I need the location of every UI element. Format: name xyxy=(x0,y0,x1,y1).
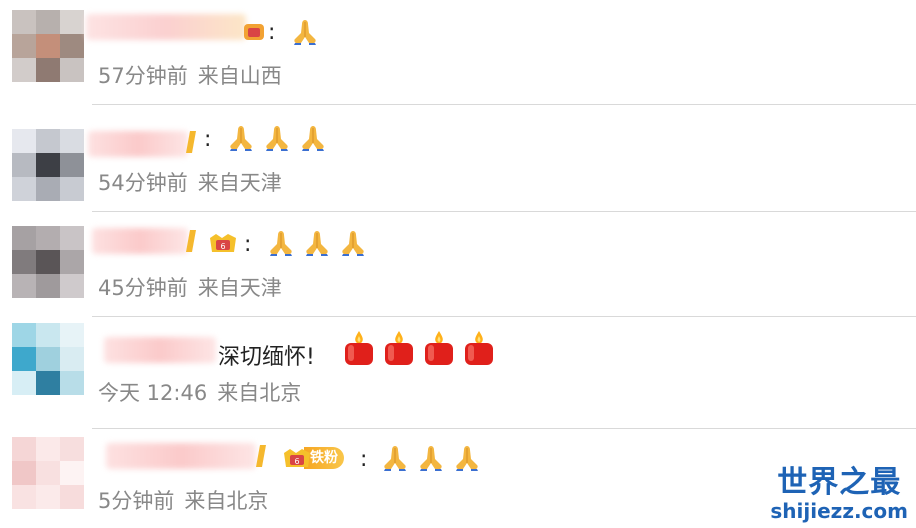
username-blurred[interactable] xyxy=(106,443,256,469)
crown-icon xyxy=(242,20,268,46)
comment-item-3: 6 : 45分钟前 来自天津 xyxy=(0,212,916,316)
emoji-group xyxy=(266,228,368,258)
candle-emoji-icon xyxy=(462,329,496,367)
svg-text:6: 6 xyxy=(220,242,225,251)
comment-item-1: : 57分钟前 来自山西 xyxy=(0,0,916,104)
comment-time: 54分钟前 xyxy=(98,171,188,195)
comment-meta: 45分钟前 来自天津 xyxy=(98,272,282,302)
comment-meta: 57分钟前 来自山西 xyxy=(98,60,282,90)
fan-badge: 6 xyxy=(208,230,236,256)
comment-meta: 今天 12:46 来自北京 xyxy=(98,377,301,407)
pray-emoji-icon xyxy=(226,123,256,153)
avatar[interactable] xyxy=(12,129,84,201)
comment-item-4: 深切缅怀! 今天 12:46 来自北京 xyxy=(0,317,916,427)
fan-badge: 6 铁粉 xyxy=(282,445,344,471)
pray-emoji-icon xyxy=(380,443,410,473)
crown-icon: 6 xyxy=(282,445,310,471)
comment-time: 5分钟前 xyxy=(98,489,175,513)
comment-location: 来自天津 xyxy=(197,171,282,195)
comment-time: 57分钟前 xyxy=(98,64,188,88)
vip-badge xyxy=(242,20,268,46)
avatar[interactable] xyxy=(12,437,84,509)
comment-time: 今天 12:46 xyxy=(98,381,208,405)
comment-colon: : xyxy=(360,447,368,472)
comment-colon: : xyxy=(268,20,276,45)
crown-icon: 6 xyxy=(208,230,236,256)
emoji-group xyxy=(380,443,482,473)
watermark-url: shijiezz.com xyxy=(770,499,908,523)
emoji-group xyxy=(342,329,496,367)
comment-location: 来自山西 xyxy=(197,64,282,88)
comment-meta: 5分钟前 来自北京 xyxy=(98,485,268,515)
comment-location: 来自北京 xyxy=(184,489,269,513)
candle-emoji-icon xyxy=(382,329,416,367)
avatar[interactable] xyxy=(12,323,84,395)
username-blurred[interactable] xyxy=(88,131,188,157)
comment-location: 来自北京 xyxy=(217,381,302,405)
svg-text:6: 6 xyxy=(294,457,299,466)
pray-emoji-icon xyxy=(452,443,482,473)
pray-emoji-icon xyxy=(338,228,368,258)
pray-emoji-icon xyxy=(298,123,328,153)
comment-item-2: : 54分钟前 来自天津 xyxy=(0,105,916,211)
comment-meta: 54分钟前 来自天津 xyxy=(98,167,282,197)
comment-colon: : xyxy=(244,232,252,257)
pray-emoji-icon xyxy=(266,228,296,258)
pray-emoji-icon xyxy=(290,17,320,47)
comment-location: 来自天津 xyxy=(197,276,282,300)
username-blurred[interactable] xyxy=(92,228,188,254)
comment-colon: : xyxy=(204,127,212,152)
emoji-group xyxy=(226,123,328,153)
username-blurred[interactable] xyxy=(86,14,246,40)
pray-emoji-icon xyxy=(262,123,292,153)
avatar[interactable] xyxy=(12,226,84,298)
watermark-title: 世界之最 xyxy=(777,465,902,500)
pray-emoji-icon xyxy=(416,443,446,473)
avatar[interactable] xyxy=(12,10,84,82)
candle-emoji-icon xyxy=(422,329,456,367)
pray-emoji-icon xyxy=(302,228,332,258)
comment-text: 深切缅怀! xyxy=(218,345,315,370)
username-blurred[interactable] xyxy=(104,337,216,363)
site-watermark: 世界之最 shijiezz.com xyxy=(770,465,908,523)
comment-time: 45分钟前 xyxy=(98,276,188,300)
emoji-group xyxy=(290,17,320,47)
candle-emoji-icon xyxy=(342,329,376,367)
